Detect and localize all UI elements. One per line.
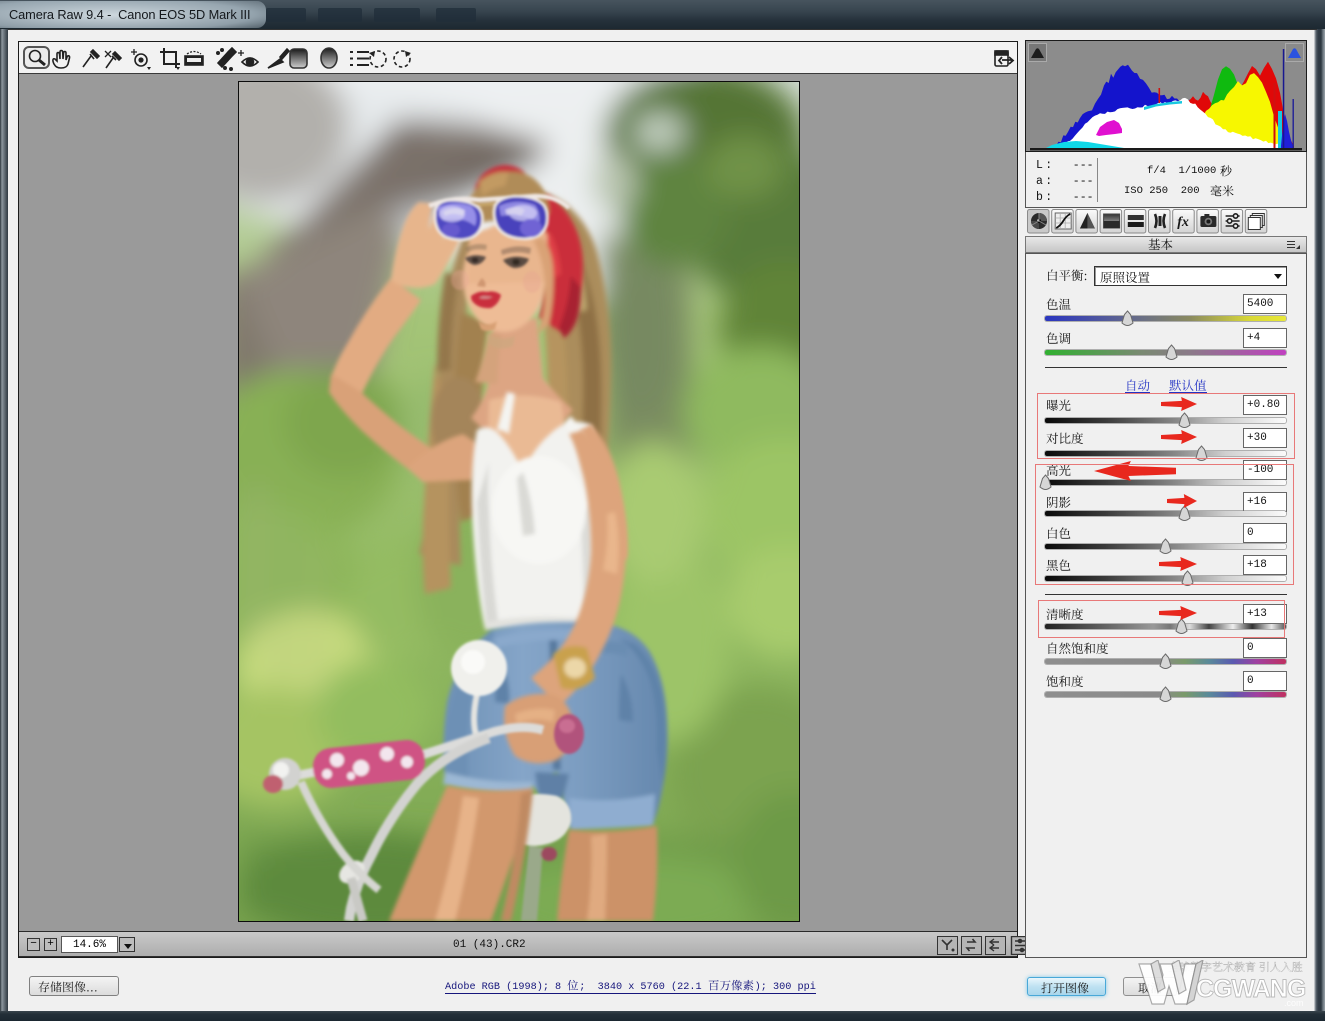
svg-text:.com: .com xyxy=(1284,998,1304,1008)
svg-text:fx: fx xyxy=(1177,215,1189,230)
